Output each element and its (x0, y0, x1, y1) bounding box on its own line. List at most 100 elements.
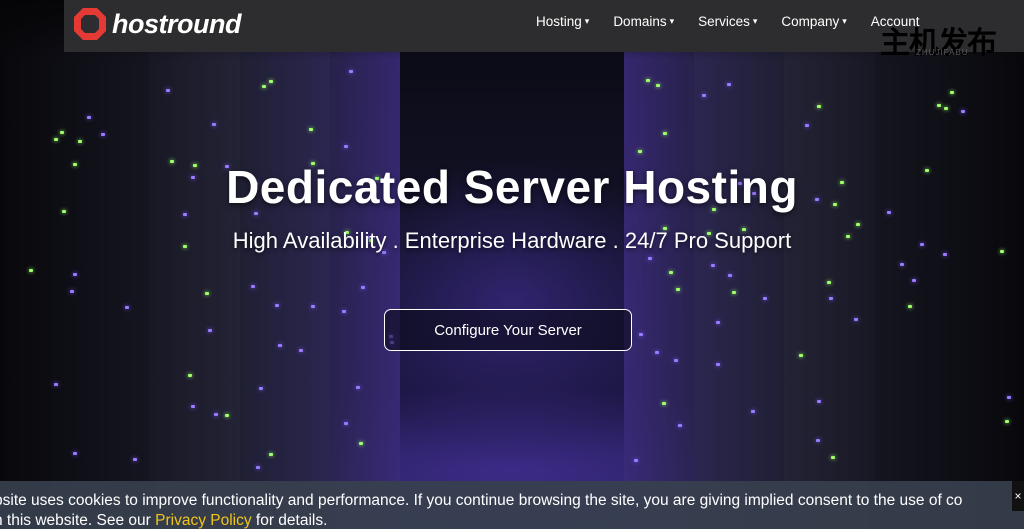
server-led-icon (205, 292, 209, 295)
server-led-icon (166, 89, 170, 92)
server-led-icon (950, 91, 954, 94)
server-led-icon (634, 459, 638, 462)
cookie-text-suffix: for details. (251, 512, 328, 529)
server-led-icon (125, 306, 129, 309)
cookie-text-line2: n this website. See our Privacy Policy f… (0, 512, 327, 529)
hero-background (0, 0, 1024, 529)
server-led-icon (361, 286, 365, 289)
server-led-icon (344, 145, 348, 148)
server-led-icon (259, 387, 263, 390)
brand-logo[interactable]: hostround (72, 4, 241, 44)
server-led-icon (732, 291, 736, 294)
server-led-icon (278, 344, 282, 347)
server-led-icon (827, 281, 831, 284)
server-led-icon (54, 138, 58, 141)
nav-label: Company (781, 13, 840, 29)
server-led-icon (342, 310, 346, 313)
server-led-icon (716, 321, 720, 324)
server-led-icon (188, 374, 192, 377)
server-led-icon (912, 279, 916, 282)
server-led-icon (349, 70, 353, 73)
server-led-icon (29, 269, 33, 272)
server-led-icon (908, 305, 912, 308)
server-led-icon (662, 402, 666, 405)
nav-label: Services (698, 13, 750, 29)
server-rack-right (694, 0, 784, 529)
server-led-icon (299, 349, 303, 352)
hero-subtitle: High Availability . Enterprise Hardware … (232, 228, 792, 253)
cookie-banner: bsite uses cookies to improve functional… (0, 481, 1024, 529)
server-led-icon (60, 131, 64, 134)
server-led-icon (359, 442, 363, 445)
server-led-icon (269, 80, 273, 83)
server-led-icon (54, 383, 58, 386)
server-led-icon (251, 285, 255, 288)
server-led-icon (646, 79, 650, 82)
server-led-icon (191, 405, 195, 408)
nav-services[interactable]: Services ▾ (686, 12, 769, 30)
chevron-down-icon: ▾ (584, 15, 590, 26)
cookie-text-prefix: n this website. See our (0, 512, 156, 529)
server-led-icon (311, 305, 315, 308)
server-led-icon (944, 107, 948, 110)
server-led-icon (256, 466, 260, 469)
nav-company[interactable]: Company ▾ (769, 12, 858, 30)
server-led-icon (1007, 396, 1011, 399)
server-led-icon (856, 223, 860, 226)
server-led-icon (275, 304, 279, 307)
server-led-icon (1005, 420, 1009, 423)
server-led-icon (727, 83, 731, 86)
server-rack-right (874, 0, 1024, 529)
server-led-icon (655, 351, 659, 354)
server-led-icon (639, 333, 643, 336)
brand-name: hostround (112, 8, 241, 39)
server-led-icon (225, 414, 229, 417)
server-rack-right (784, 0, 874, 529)
privacy-policy-link[interactable]: Privacy Policy (155, 512, 251, 529)
server-led-icon (831, 456, 835, 459)
server-led-icon (214, 413, 218, 416)
server-led-icon (638, 150, 642, 153)
server-led-icon (900, 263, 904, 266)
server-led-icon (78, 140, 82, 143)
server-led-icon (854, 318, 858, 321)
nav-hosting[interactable]: Hosting ▾ (536, 12, 601, 30)
server-led-icon (133, 458, 137, 461)
chevron-down-icon: ▾ (669, 15, 675, 26)
server-led-icon (262, 85, 266, 88)
server-led-icon (805, 124, 809, 127)
server-led-icon (678, 424, 682, 427)
server-rack-left (0, 0, 150, 529)
main-nav: Hosting ▾ Domains ▾ Services ▾ Company ▾… (536, 12, 932, 30)
chevron-down-icon: ▾ (752, 15, 758, 26)
server-led-icon (356, 386, 360, 389)
configure-server-button[interactable]: Configure Your Server (384, 309, 632, 351)
close-icon[interactable]: × (1012, 481, 1024, 511)
server-led-icon (817, 105, 821, 108)
server-led-icon (663, 132, 667, 135)
server-led-icon (309, 128, 313, 131)
server-led-icon (711, 264, 715, 267)
server-led-icon (751, 410, 755, 413)
nav-domains[interactable]: Domains ▾ (601, 12, 686, 30)
nav-label: Hosting (536, 13, 582, 29)
server-led-icon (829, 297, 833, 300)
server-rack-left (150, 0, 240, 529)
server-led-icon (344, 422, 348, 425)
server-led-icon (87, 116, 91, 119)
server-led-icon (763, 297, 767, 300)
server-led-icon (669, 271, 673, 274)
server-led-icon (73, 452, 77, 455)
server-led-icon (817, 400, 821, 403)
cookie-text: bsite uses cookies to improve functional… (0, 492, 963, 509)
server-rack-right (624, 0, 694, 529)
server-led-icon (702, 94, 706, 97)
server-led-icon (799, 354, 803, 357)
nav-label: Domains (613, 13, 667, 29)
server-led-icon (674, 359, 678, 362)
server-led-icon (676, 288, 680, 291)
server-led-icon (208, 329, 212, 332)
server-led-icon (728, 274, 732, 277)
server-led-icon (961, 110, 965, 113)
hero-title: Dedicated Server Hosting (226, 161, 798, 213)
